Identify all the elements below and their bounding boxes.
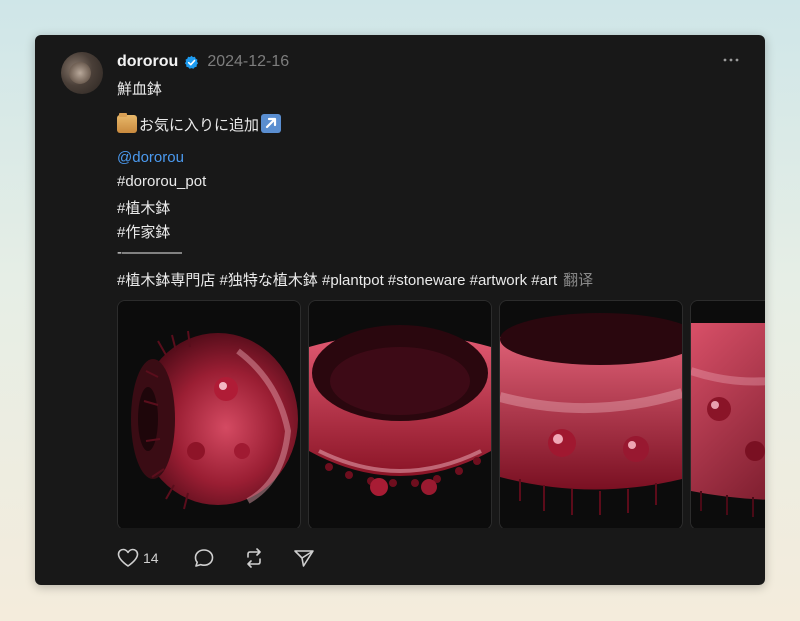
favorite-text: お気に入りに追加 [139, 117, 260, 134]
verified-badge-icon [185, 55, 199, 69]
post-card: dororou 2024-12-16 鮮血鉢 お気に入りに追加 @dororou… [35, 35, 765, 585]
hashtag-dororou-pot[interactable]: #dororou_pot [117, 173, 206, 190]
hashtags-row: #植木鉢専門店 #独特な植木鉢 #plantpot #stoneware #ar… [117, 269, 593, 290]
comment-icon [194, 549, 213, 567]
hashtag-plant-pot[interactable]: #植木鉢 [117, 197, 170, 218]
bowl-side-view-image[interactable] [117, 300, 301, 528]
avatar[interactable] [61, 52, 103, 94]
comment-button[interactable] [193, 548, 215, 568]
more-options-icon[interactable] [721, 52, 741, 68]
share-button[interactable] [293, 548, 315, 568]
bowl-rim-closeup-image[interactable] [499, 300, 683, 528]
repost-icon [246, 548, 261, 568]
hashtags-text[interactable]: #植木鉢専門店 #独特な植木鉢 #plantpot #stoneware #ar… [117, 272, 557, 289]
divider-line: -———— [117, 244, 182, 261]
post-header: dororou 2024-12-16 [117, 51, 289, 73]
hashtag-artist-pot[interactable]: #作家鉢 [117, 221, 170, 242]
mention-link[interactable]: @dororou [117, 149, 184, 166]
arrow-up-right-emoji-icon[interactable] [261, 114, 282, 133]
share-icon [293, 550, 314, 567]
post-title: 鮮血鉢 [117, 81, 163, 98]
media-carousel[interactable] [117, 300, 765, 528]
post-actions: 14 [117, 547, 315, 569]
bowl-top-view-image[interactable] [308, 300, 492, 528]
heart-icon [117, 548, 139, 567]
like-count: 14 [143, 550, 159, 566]
repost-button[interactable] [243, 548, 265, 568]
favorite-line: お気に入りに追加 [117, 113, 282, 135]
like-button[interactable]: 14 [117, 548, 159, 568]
post-date: 2024-12-16 [207, 53, 290, 70]
username[interactable]: dororou [117, 53, 178, 71]
bowl-partial-image[interactable] [690, 300, 765, 528]
translate-link[interactable]: 翻译 [563, 272, 593, 289]
folder-emoji-icon [117, 113, 137, 133]
